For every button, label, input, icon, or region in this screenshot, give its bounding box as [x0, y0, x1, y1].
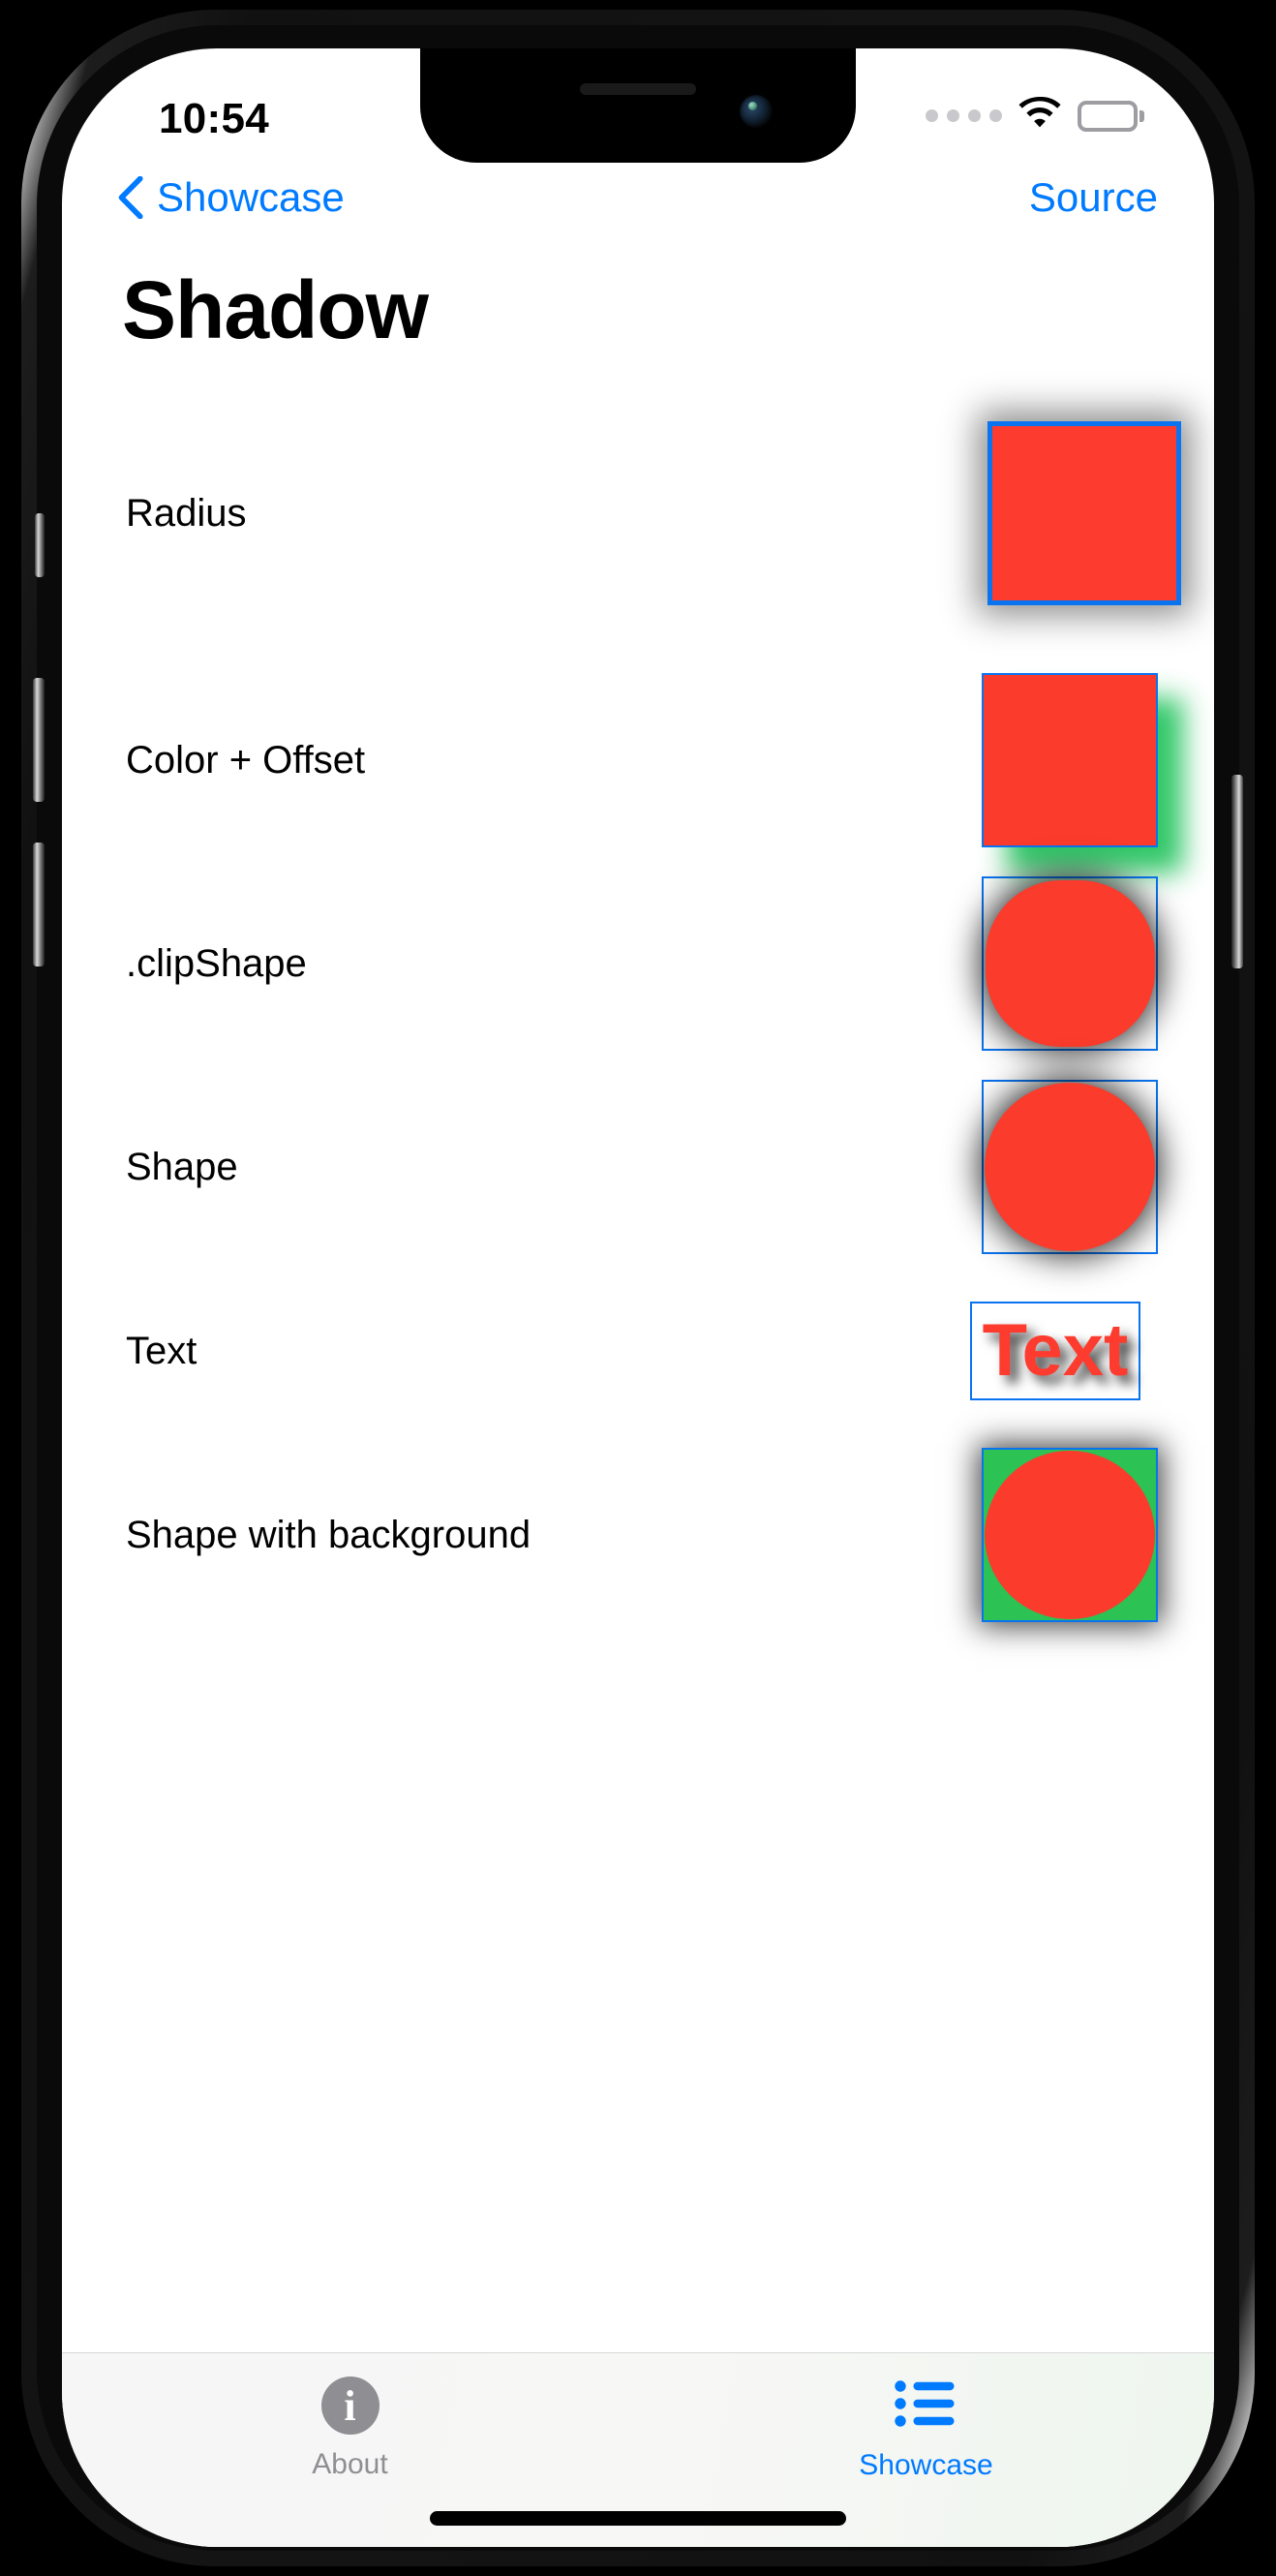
- demo-color-offset: [982, 673, 1158, 847]
- earpiece-speaker: [580, 83, 696, 95]
- chevron-left-icon: [118, 176, 143, 219]
- row-label: Radius: [126, 491, 247, 535]
- tab-about-label: About: [312, 2448, 388, 2480]
- silent-switch-button[interactable]: [35, 513, 45, 577]
- list-item-color-offset[interactable]: Color + Offset: [62, 659, 1214, 862]
- row-label: Text: [126, 1329, 197, 1372]
- red-circle-on-green: [985, 1451, 1155, 1619]
- demo-text: Text: [970, 1302, 1140, 1400]
- text-outline: Text: [970, 1302, 1140, 1400]
- text-shadow-sample: Text: [982, 1309, 1129, 1392]
- back-button[interactable]: Showcase: [118, 174, 345, 221]
- demo-shape: [982, 1080, 1158, 1254]
- cellular-signal-icon: [926, 109, 1002, 122]
- shape-outline: [982, 1080, 1158, 1254]
- page-title: Shadow: [122, 264, 429, 355]
- row-label: .clipShape: [126, 941, 307, 985]
- demo-clipshape: [982, 876, 1158, 1051]
- status-bar-time: 10:54: [159, 95, 270, 142]
- red-circle-shadow: [985, 1083, 1155, 1251]
- demo-shape-with-background: [982, 1448, 1158, 1622]
- wifi-icon: [1018, 96, 1062, 135]
- home-indicator[interactable]: [430, 2511, 846, 2526]
- demo-radius: [987, 421, 1181, 605]
- red-rounded-square-shadow: [985, 880, 1155, 1047]
- green-background-box: [982, 1448, 1158, 1622]
- phone-frame: 10:54 Showcase Source Shadow Radius Colo…: [21, 10, 1255, 2566]
- back-button-label: Showcase: [157, 174, 345, 220]
- info-circle-icon: i: [320, 2377, 380, 2435]
- list-item-shape[interactable]: Shape: [62, 1065, 1214, 1269]
- navigation-bar: Showcase Source: [62, 163, 1214, 256]
- row-label: Shape with background: [126, 1513, 532, 1556]
- screenshot-stage: 10:54 Showcase Source Shadow Radius Colo…: [0, 0, 1276, 2576]
- list-bullet-icon: [894, 2377, 958, 2436]
- list-item-radius[interactable]: Radius: [62, 368, 1214, 659]
- volume-up-button[interactable]: [33, 678, 45, 802]
- shadow-demo-list: Radius Color + Offset .clipShape Shape T…: [62, 368, 1214, 2547]
- red-square-green-offset-shadow: [982, 673, 1158, 847]
- list-item-shape-with-background[interactable]: Shape with background: [62, 1433, 1214, 1637]
- clipshape-outline: [982, 876, 1158, 1051]
- row-label: Shape: [126, 1145, 238, 1188]
- row-label: Color + Offset: [126, 738, 366, 782]
- volume-down-button[interactable]: [33, 843, 45, 966]
- list-item-clipshape[interactable]: .clipShape: [62, 862, 1214, 1065]
- front-camera-icon: [740, 95, 773, 128]
- phone-screen: 10:54 Showcase Source Shadow Radius Colo…: [62, 48, 1214, 2547]
- power-button[interactable]: [1231, 775, 1243, 968]
- tab-showcase-label: Showcase: [859, 2449, 993, 2481]
- battery-icon: [1078, 100, 1144, 132]
- status-bar-indicators: [926, 96, 1144, 135]
- red-square-blur-shadow: [987, 421, 1181, 605]
- source-button[interactable]: Source: [1029, 174, 1158, 221]
- notch: [420, 48, 856, 163]
- list-item-text[interactable]: Text Text: [62, 1269, 1214, 1433]
